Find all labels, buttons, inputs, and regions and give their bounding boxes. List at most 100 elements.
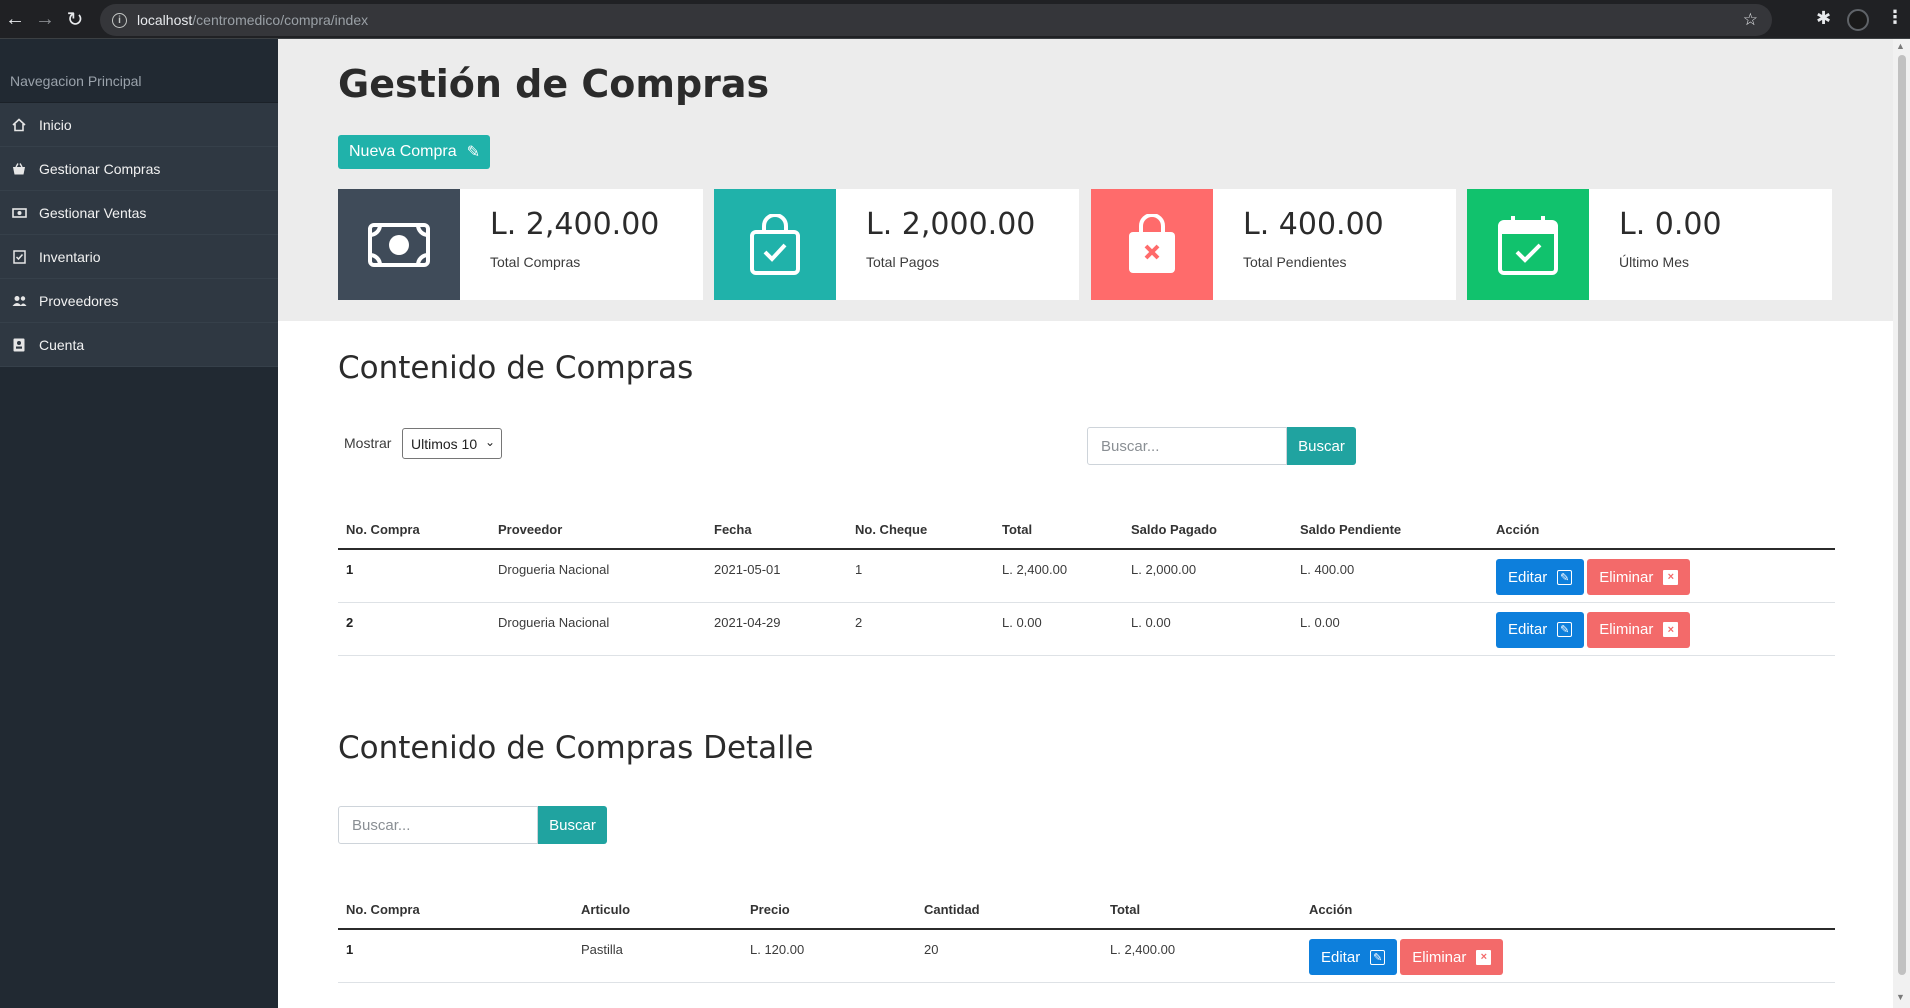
stat-value: L. 400.00 [1243, 207, 1384, 242]
url-host: localhost [137, 12, 193, 28]
users-icon [10, 292, 28, 310]
bookmark-star-icon[interactable]: ☆ [1743, 10, 1758, 30]
cell-total: L. 2,400.00 [1102, 929, 1301, 983]
checklist-icon [10, 248, 28, 266]
compras-search-input[interactable]: Buscar... [1087, 427, 1287, 465]
cell-cheque: 1 [847, 549, 994, 603]
cell-saldo-pagado: L. 0.00 [1123, 602, 1292, 656]
edit-button[interactable]: Editar ✎ [1496, 611, 1585, 648]
column-header: Total [1102, 891, 1301, 930]
cell-fecha: 2021-04-29 [706, 602, 847, 656]
detalle-search-input[interactable]: Buscar... [338, 806, 538, 844]
cell-saldo-pagado: L. 2,000.00 [1123, 549, 1292, 603]
back-arrow-icon[interactable]: ← [0, 0, 30, 39]
stat-card-total-pagos: L. 2,000.00 Total Pagos [714, 189, 1079, 300]
column-header: Saldo Pagado [1123, 511, 1292, 550]
cell-cantidad: 20 [916, 929, 1102, 983]
compras-search-button[interactable]: Buscar [1287, 427, 1356, 465]
sidebar-item-inventario[interactable]: Inventario [0, 235, 278, 279]
address-bar[interactable]: i localhost/centromedico/compra/index ☆ [100, 4, 1772, 36]
delete-button[interactable]: Eliminar × [1587, 611, 1691, 648]
scrollbar-thumb[interactable] [1898, 55, 1906, 975]
cell-accion: Editar ✎ Eliminar × [1488, 549, 1835, 603]
column-header: Saldo Pendiente [1292, 511, 1488, 550]
cell-no-compra: 2 [338, 602, 490, 656]
new-purchase-button[interactable]: Nueva Compra ✎ [338, 135, 490, 169]
stat-card-total-pendientes: L. 400.00 Total Pendientes [1091, 189, 1456, 300]
sidebar-item-label: Inicio [39, 116, 72, 133]
detalle-search-button[interactable]: Buscar [538, 806, 607, 844]
sidebar-item-proveedores[interactable]: Proveedores [0, 279, 278, 323]
cash-icon [338, 189, 460, 300]
edit-label: Editar [1508, 568, 1548, 586]
compras-table: No. Compra Proveedor Fecha No. Cheque To… [338, 511, 1835, 656]
stat-label: Total Compras [490, 254, 581, 270]
sidebar-menu: Inicio Gestionar Compras Gestionar Venta… [0, 103, 278, 367]
column-header: Cantidad [916, 891, 1102, 930]
calendar-check-icon [1467, 189, 1589, 300]
table-row: 2 Drogueria Nacional 2021-04-29 2 L. 0.0… [338, 602, 1835, 656]
sidebar-item-gestionar-compras[interactable]: Gestionar Compras [0, 147, 278, 191]
info-icon[interactable]: i [112, 12, 127, 28]
show-count-value: Ultimos 10 [411, 435, 478, 452]
edit-icon: ✎ [1370, 949, 1386, 965]
table-header-row: No. Compra Proveedor Fecha No. Cheque To… [338, 511, 1835, 550]
stat-label: Último Mes [1619, 254, 1690, 270]
column-header: No. Cheque [847, 511, 994, 550]
stat-value: L. 2,000.00 [866, 207, 1036, 242]
edit-button[interactable]: Editar ✎ [1496, 559, 1585, 595]
cell-no-compra: 1 [338, 929, 573, 983]
forward-arrow-icon[interactable]: → [30, 0, 60, 39]
sidebar-item-inicio[interactable]: Inicio [0, 103, 278, 147]
close-icon: × [1663, 569, 1679, 585]
cell-accion: Editar ✎ Eliminar × [1488, 602, 1835, 656]
stat-value: L. 2,400.00 [490, 207, 660, 242]
delete-button[interactable]: Eliminar × [1587, 559, 1691, 595]
cell-proveedor: Drogueria Nacional [490, 549, 706, 603]
delete-label: Eliminar [1412, 948, 1467, 966]
sidebar-item-label: Cuenta [39, 336, 85, 353]
cell-accion: Editar ✎ Eliminar × [1301, 929, 1835, 983]
money-icon [10, 204, 28, 222]
column-header: Acción [1301, 891, 1835, 930]
url-path: /centromedico/compra/index [192, 12, 369, 28]
detalle-section-title: Contenido de Compras Detalle [338, 730, 814, 766]
stat-label: Total Pendientes [1243, 254, 1347, 270]
browser-toolbar: ← → ↻ i localhost/centromedico/compra/in… [0, 0, 1910, 39]
edit-button[interactable]: Editar ✎ [1309, 939, 1398, 975]
sidebar-item-label: Gestionar Compras [39, 160, 161, 177]
compras-section-title: Contenido de Compras [338, 350, 694, 386]
delete-button[interactable]: Eliminar × [1400, 939, 1504, 975]
sidebar: Navegacion Principal Inicio Gestionar Co… [0, 39, 278, 1008]
basket-icon [10, 160, 28, 178]
profile-avatar[interactable] [1847, 9, 1869, 31]
edit-label: Editar [1508, 621, 1548, 638]
cell-saldo-pendiente: L. 0.00 [1292, 602, 1488, 656]
scroll-down-arrow-icon[interactable]: ▼ [1896, 992, 1905, 1002]
extensions-puzzle-icon[interactable]: ✱ [1816, 8, 1831, 29]
reload-icon[interactable]: ↻ [60, 0, 90, 39]
show-count-select[interactable]: Ultimos 10 ⌄ [402, 428, 502, 459]
sidebar-item-cuenta[interactable]: Cuenta [0, 323, 278, 367]
search-placeholder: Buscar... [1101, 437, 1160, 455]
cell-no-compra: 1 [338, 549, 490, 603]
bag-x-icon [1091, 189, 1213, 300]
stat-value: L. 0.00 [1619, 207, 1722, 242]
close-icon: × [1476, 949, 1492, 965]
search-placeholder: Buscar... [352, 816, 411, 834]
home-icon [10, 116, 28, 134]
table-row: 1 Drogueria Nacional 2021-05-01 1 L. 2,4… [338, 549, 1835, 603]
cell-saldo-pendiente: L. 400.00 [1292, 549, 1488, 603]
sidebar-title: Navegacion Principal [0, 39, 278, 103]
scroll-up-arrow-icon[interactable]: ▲ [1896, 41, 1905, 51]
sidebar-item-gestionar-ventas[interactable]: Gestionar Ventas [0, 191, 278, 235]
id-card-icon [10, 336, 28, 354]
cell-fecha: 2021-05-01 [706, 549, 847, 603]
column-header: No. Compra [338, 511, 490, 550]
browser-menu-icon[interactable]: ⋮ [1886, 7, 1904, 28]
column-header: Articulo [573, 891, 742, 930]
stat-label: Total Pagos [866, 254, 940, 270]
delete-label: Eliminar [1599, 568, 1654, 586]
table-row: 1 Pastilla L. 120.00 20 L. 2,400.00 Edit… [338, 929, 1835, 983]
new-purchase-label: Nueva Compra [349, 143, 457, 160]
